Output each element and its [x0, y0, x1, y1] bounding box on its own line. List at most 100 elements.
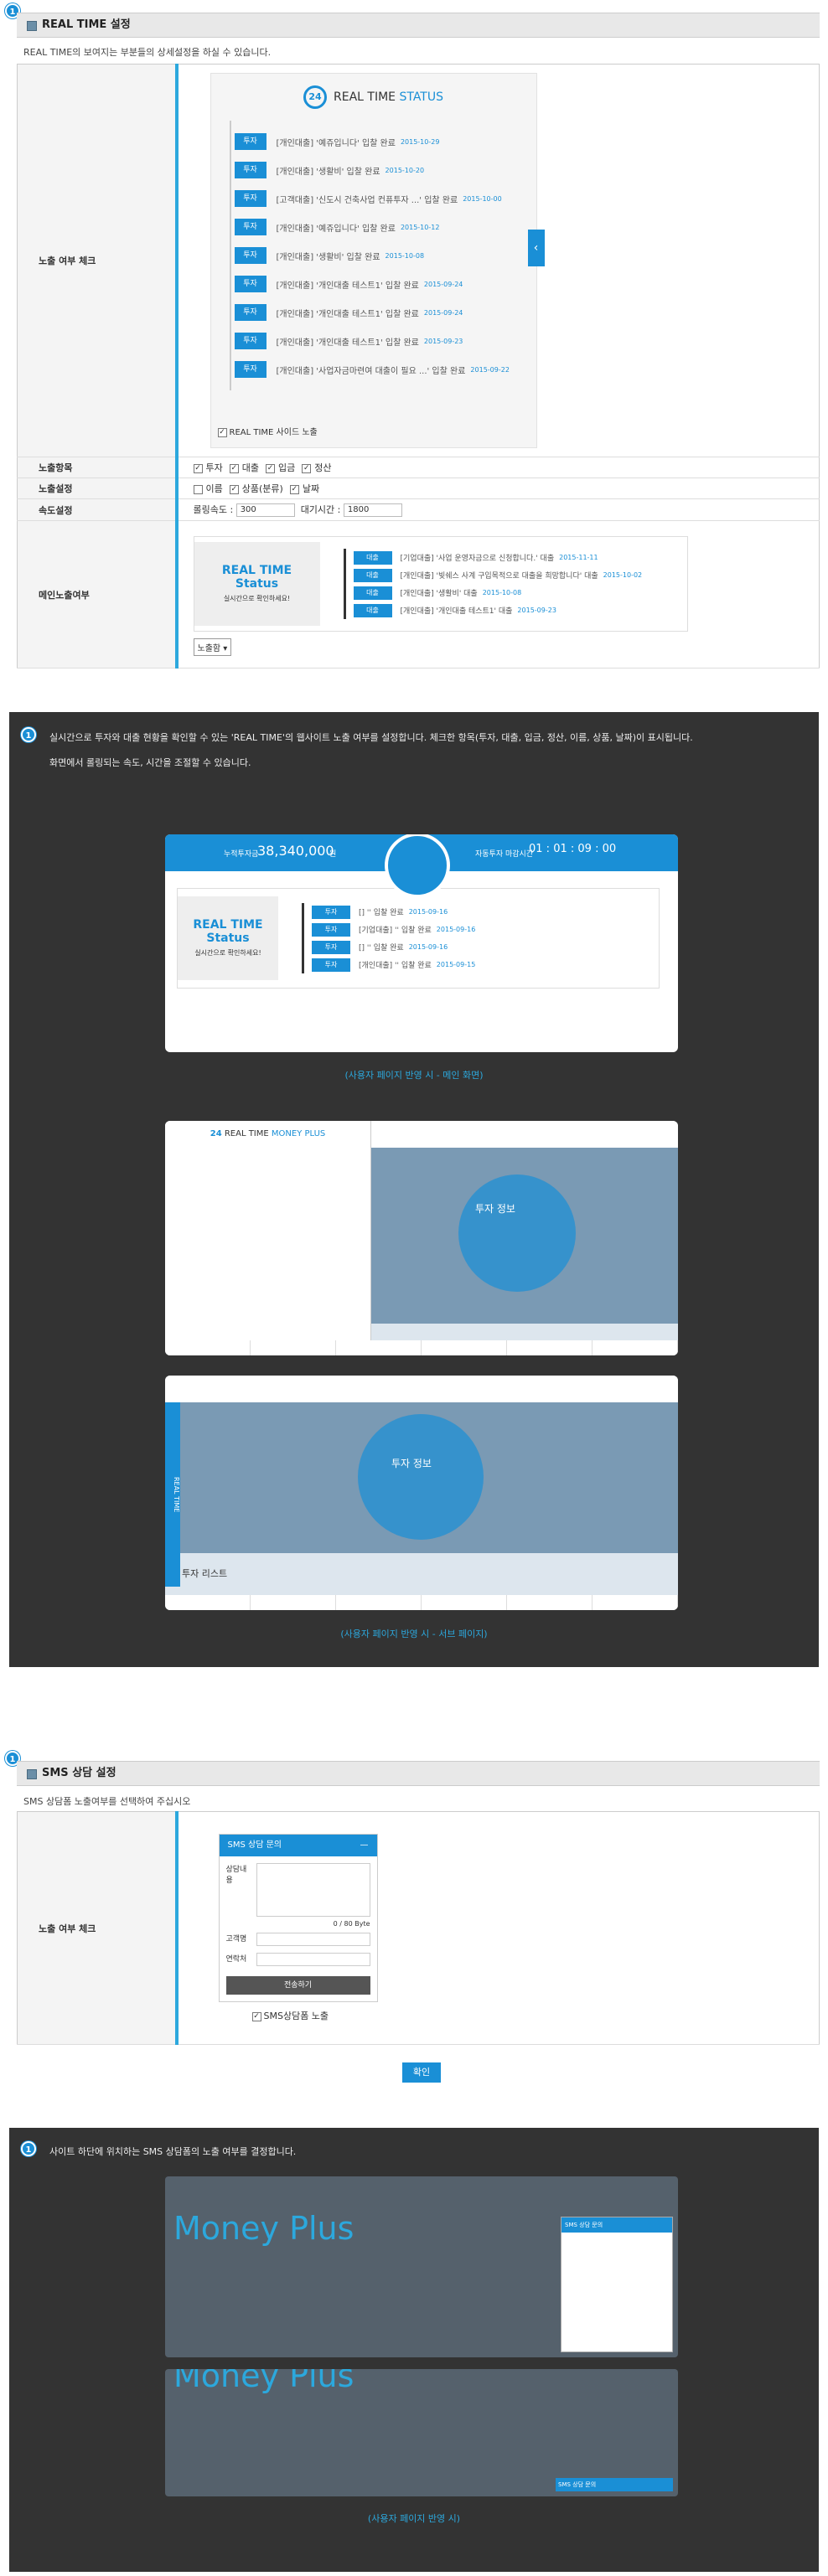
- checkbox-icon[interactable]: ✓: [302, 463, 312, 473]
- item-date: 2015-09-22: [470, 365, 510, 374]
- nav-item[interactable]: 고객센터: [449, 1129, 477, 1140]
- caption-sub: (사용자 페이지 반영 시 - 서브 페이지): [340, 1629, 488, 1639]
- main-exposure-select[interactable]: 노출함 ▾: [193, 638, 232, 656]
- wait-time-input[interactable]: 1800: [343, 503, 402, 517]
- section-title-text: REAL TIME 설정: [42, 18, 131, 31]
- guide-panel-realtime: 1 실시간으로 투자와 대출 현황을 확인할 수 있는 'REAL TIME'의…: [9, 712, 819, 1667]
- sub-page-tabs-2: 전체 소액 신용대출 프론쉰 대출 부동산 대출 미니동산 중소 개인사업자 및 기업대출: [165, 1595, 678, 1610]
- status-badge: 투자: [234, 361, 267, 378]
- item-text: [개인대출] '생활비' 대출: [400, 590, 478, 598]
- tab-item[interactable]: 프론쉰 대출: [336, 1595, 422, 1610]
- option-0[interactable]: ✓ 투자: [193, 462, 226, 473]
- send-button[interactable]: 전송하기: [225, 1976, 370, 1995]
- option-2[interactable]: ✓ 날짜: [289, 483, 323, 494]
- realtime-logo: REAL TIME Status 실시간으로 확인하세요!: [194, 542, 320, 626]
- tab-item[interactable]: 미니동산 중소: [507, 1340, 593, 1355]
- option-label: 날짜: [302, 483, 320, 494]
- status-badge: 투자: [312, 905, 350, 919]
- tab-item[interactable]: 개인사업자 및 기업대출: [593, 1340, 678, 1355]
- checkbox-icon[interactable]: ✓: [217, 427, 227, 437]
- status-badge: 대출: [353, 603, 392, 617]
- tab-item[interactable]: 소액 신용대출: [251, 1340, 336, 1355]
- checkbox-icon[interactable]: ✓: [229, 484, 239, 494]
- status-badge: 대출: [353, 586, 392, 600]
- checkbox-icon[interactable]: ✓: [266, 463, 275, 473]
- option-1[interactable]: ✓ 대출: [229, 462, 262, 473]
- tab-item[interactable]: 미니동산 중소: [507, 1595, 593, 1610]
- sub-page-header: MONEY PLUS 투자 대출 고객센터 나의페이지: [165, 1376, 678, 1402]
- sms-screenshot-2: Money Plus SMS 상담 문의: [165, 2369, 678, 2496]
- tab-item[interactable]: 전체: [165, 1340, 251, 1355]
- list-item: 투자 [개인대출] '개인대출 테스트1' 입찰 완료 2015-09-23: [234, 327, 536, 355]
- list-item: 대출 [개인대출] '생활비' 대출 2015-10-08: [353, 584, 687, 601]
- tab-item[interactable]: 부동산 대출: [422, 1340, 507, 1355]
- settings-label: 노출설정: [17, 478, 179, 499]
- rolling-speed-input[interactable]: 300: [235, 503, 295, 517]
- checkbox-icon[interactable]: ✓: [251, 2011, 261, 2021]
- status-badge: 투자: [234, 133, 267, 150]
- nav-item[interactable]: 나의페이지: [502, 1129, 536, 1140]
- status-badge: 대출: [353, 550, 392, 565]
- name-label: 고객명: [225, 1935, 247, 1944]
- tab-item[interactable]: 소액 신용대출: [251, 1595, 336, 1610]
- items-label: 노출항목: [17, 457, 179, 478]
- confirm-button[interactable]: 확인: [402, 2062, 441, 2083]
- rolling-speed-label: 롤링속도 :: [193, 504, 234, 515]
- item-text: [개인대출] '개인대출 테스트1' 입찰 완료: [276, 281, 419, 291]
- main-realtime-preview: REAL TIME Status 실시간으로 확인하세요! 대출 [기업대출] '사업…: [193, 536, 688, 632]
- side-exposure-check[interactable]: ✓ REAL TIME 사이드 노출: [217, 425, 318, 437]
- option-1[interactable]: ✓ 상품(분류): [229, 483, 287, 494]
- sms-exposure-check[interactable]: ✓ SMS상담폼 노출: [251, 2009, 805, 2022]
- list-item: 투자 [] '' 입찰 완료 2015-09-16: [312, 938, 659, 956]
- main-page-realtime-list: 투자 [] '' 입찰 완료 2015-09-16 투자 [기업대출] '' 입찰 완료…: [278, 903, 659, 973]
- sub-page-screenshot-2: MONEY PLUS 투자 대출 고객센터 나의페이지 투자 정보 REAL TIME …: [165, 1376, 678, 1610]
- chevron-left-icon[interactable]: ‹: [527, 230, 545, 266]
- section-icon: [27, 1769, 37, 1779]
- realtime-side-tab[interactable]: REAL TIME: [165, 1402, 180, 1587]
- items-options: ✓ 투자 ✓ 대출 ✓ 입금 ✓ 정산: [176, 457, 820, 478]
- content-textarea[interactable]: [256, 1863, 370, 1917]
- item-date: 2015-09-16: [408, 908, 448, 916]
- checkbox-icon[interactable]: ✓: [193, 463, 203, 473]
- byte-counter: 0 / 80 Byte: [333, 1920, 370, 1928]
- tab-item[interactable]: 전체: [165, 1595, 251, 1610]
- section-description: REAL TIME의 보여지는 부분들의 상세설정을 하실 수 있습니다.: [23, 47, 272, 58]
- checkbox-icon[interactable]: ✓: [229, 463, 239, 473]
- option-3[interactable]: ✓ 정산: [302, 462, 334, 473]
- item-date: 2015-10-12: [400, 223, 440, 231]
- item-date: 2015-10-02: [603, 571, 643, 579]
- sms-section-title: SMS 상담 설정: [17, 1761, 820, 1786]
- guide-step-number: 1: [21, 727, 36, 742]
- main-page-screenshot: 누적투자금 38,340,000 원 자동투자 마감시간 01 : 01 : 0…: [165, 834, 678, 1052]
- main-exposure-label: 메인노출여부: [17, 520, 179, 669]
- sms-exposure-label: 노출 여부 체크: [17, 1811, 179, 2045]
- option-0[interactable]: 이름: [193, 483, 226, 494]
- name-input[interactable]: [256, 1933, 370, 1946]
- side-exposure-label: REAL TIME 사이드 노출: [229, 428, 318, 437]
- nav-item[interactable]: 투자: [371, 1129, 386, 1140]
- tab-item[interactable]: 개인사업자 및 기업대출: [593, 1595, 678, 1610]
- nav-item[interactable]: 대출: [411, 1129, 425, 1140]
- tab-item[interactable]: 프론쉰 대출: [336, 1340, 422, 1355]
- checkbox-icon[interactable]: [193, 484, 203, 494]
- sms-popup: SMS 상담 문의: [561, 2217, 673, 2352]
- section-icon: [27, 21, 37, 31]
- list-item: 투자 [] '' 입찰 완료 2015-09-16: [312, 903, 659, 921]
- phone-input[interactable]: [256, 1953, 370, 1966]
- status-badge: 투자: [234, 276, 267, 292]
- realtime-list: 투자 [개인대출] '예쥬입니다' 입찰 완료 2015-10-29 투자 [개인대출]…: [211, 121, 536, 397]
- option-2[interactable]: ✓ 입금: [266, 462, 298, 473]
- checkbox-icon[interactable]: ✓: [289, 484, 299, 494]
- minimize-icon[interactable]: —: [360, 1835, 369, 1856]
- option-label: 투자: [205, 462, 223, 473]
- moneyplus-badge: [385, 834, 450, 898]
- sms-consult-panel: SMS 상담 문의 — 상담내용 0 / 80 Byte 고객명 연락처 전송하기: [218, 1834, 378, 2002]
- item-date: 2015-09-24: [423, 280, 463, 288]
- hero-logo-2: Money Plus: [173, 2369, 354, 2394]
- wait-time-label: 대기시간 :: [300, 504, 341, 515]
- list-item: 투자 [개인대출] '개인대출 테스트1' 입찰 완료 2015-09-24: [234, 270, 536, 298]
- sms-section-title-text: SMS 상담 설정: [42, 1767, 116, 1779]
- tab-item[interactable]: 부동산 대출: [422, 1595, 507, 1610]
- sms-collapsed-bar[interactable]: SMS 상담 문의: [556, 2478, 673, 2491]
- clock-24-icon: 24: [303, 85, 327, 109]
